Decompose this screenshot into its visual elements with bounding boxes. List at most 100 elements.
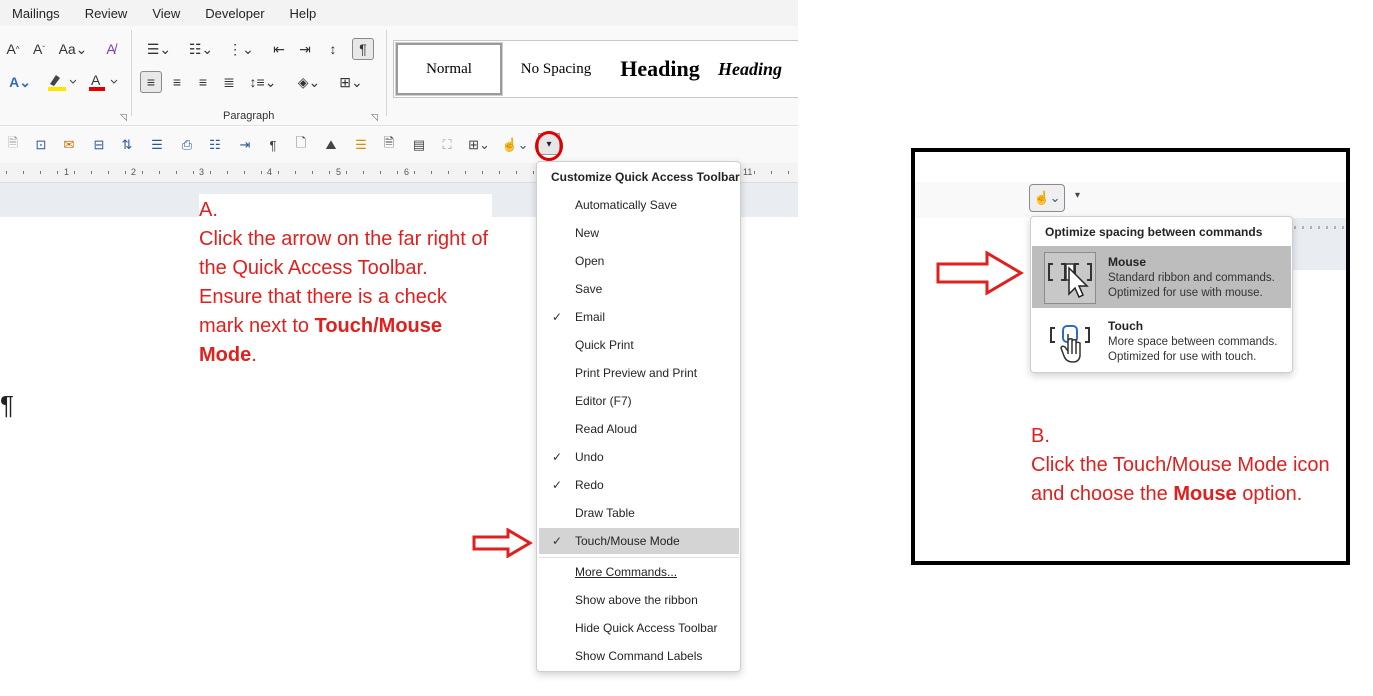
draw-table-icon[interactable]: ⊞⌄ — [464, 136, 494, 154]
align-center-icon[interactable]: ≡ — [166, 71, 188, 93]
checkmark-icon: ✓ — [551, 450, 563, 464]
text-box-icon[interactable]: ⊡ — [32, 136, 50, 154]
font-dialog-launcher-icon[interactable]: ◹ — [120, 112, 127, 123]
menu-developer[interactable]: Developer — [193, 6, 277, 21]
ruler-tick — [771, 171, 772, 174]
menu-item[interactable]: ✓ Redo — [539, 472, 739, 498]
numbering-icon[interactable]: ☷⌄ — [184, 38, 218, 60]
multilevel-list-icon[interactable]: ⋮⌄ — [224, 38, 258, 60]
customize-qat-dropdown-icon[interactable]: ▾ — [1075, 190, 1080, 201]
new-page-icon[interactable]: 🗋 — [292, 135, 310, 154]
menu-item[interactable]: Print Preview and Print — [539, 360, 739, 386]
menu-view[interactable]: View — [140, 6, 193, 21]
grow-font-icon[interactable]: A ^ — [2, 38, 24, 60]
print-icon[interactable]: ⎙ — [178, 136, 196, 154]
ruler-tick — [533, 171, 534, 174]
menu-item[interactable]: New — [539, 220, 739, 246]
style-heading-1[interactable]: Heading — [608, 43, 712, 95]
ruler-tick — [754, 171, 755, 174]
ruler-tick — [6, 171, 7, 174]
ruler-tick — [57, 171, 58, 174]
document-icon[interactable]: 🗎 — [4, 135, 22, 154]
sort-az-icon[interactable]: ⇅ — [118, 136, 136, 154]
borders-icon[interactable]: ⊞⌄ — [334, 71, 368, 93]
ruler-tick — [448, 171, 449, 174]
checkmark-icon: ✓ — [551, 534, 563, 548]
touch-option-name: Touch — [1108, 319, 1144, 333]
line-spacing-icon[interactable]: ↕≡⌄ — [246, 71, 280, 93]
menu-item-hide-qat[interactable]: Hide Quick Access Toolbar — [539, 615, 739, 641]
style-heading-2[interactable]: Heading — [718, 43, 798, 95]
show-formatting-icon[interactable]: ¶ — [352, 38, 374, 60]
menu-item-label: Show above the ribbon — [575, 593, 698, 607]
menu-item[interactable]: Editor (F7) — [539, 388, 739, 414]
menu-item[interactable]: Draw Table — [539, 500, 739, 526]
ruler-number: 1 — [64, 167, 70, 177]
ruler-tick — [380, 171, 381, 174]
sort-icon[interactable]: ↕ — [322, 38, 344, 60]
print-preview-icon[interactable]: 🗎 — [380, 135, 398, 154]
ruler-number: 6 — [404, 167, 410, 177]
align-left-icon[interactable]: ≡ — [140, 71, 162, 93]
style-normal[interactable]: Normal — [395, 42, 503, 96]
menu-mailings[interactable]: Mailings — [0, 6, 73, 21]
menu-item-show-above-ribbon[interactable]: Show above the ribbon — [539, 587, 739, 613]
line-icon[interactable]: ☰ — [352, 136, 370, 154]
ruler-tick — [499, 171, 500, 174]
menu-item[interactable]: Open — [539, 248, 739, 274]
outline-icon[interactable]: ☰ — [148, 136, 166, 154]
bullets-icon[interactable]: ☰⌄ — [142, 38, 176, 60]
decrease-indent-icon[interactable]: ⇤ — [268, 38, 290, 60]
picture-icon[interactable]: ⛰ — [322, 136, 340, 154]
increase-indent-icon[interactable]: ⇥ — [294, 38, 316, 60]
justify-icon[interactable]: ≣ — [218, 71, 240, 93]
menu-item-more-commands[interactable]: More Commands... — [539, 559, 739, 585]
ruler-tick — [414, 171, 415, 174]
touch-mouse-mode-button[interactable]: ☝⌄ — [1029, 184, 1065, 212]
ruler-tick — [397, 171, 398, 174]
menu-item[interactable]: Read Aloud — [539, 416, 739, 442]
list-icon[interactable]: ☷ — [206, 136, 224, 154]
paragraph-mark: ¶ — [0, 390, 14, 420]
ribbon: A ^ Aˇ Aa⌄ A̸ A⌄ A ☰⌄ ☷⌄ ⋮⌄ ⇤ ⇥ ↕ ¶ ≡ ≡ ≡… — [0, 26, 798, 126]
ruler-tick — [23, 171, 24, 174]
indent-icon[interactable]: ⇥ — [236, 136, 254, 154]
menu-item[interactable]: ✓ Touch/Mouse Mode — [539, 528, 739, 554]
crop-icon[interactable]: ⛶ — [438, 136, 456, 154]
highlight-color-icon[interactable] — [44, 71, 78, 93]
shrink-font-icon[interactable]: Aˇ — [28, 38, 50, 60]
menu-item-label: Quick Print — [575, 338, 634, 352]
panel-b: ☝⌄ ▾ Optimize spacing between commands M… — [911, 148, 1350, 565]
ruler-number: 11 — [743, 167, 753, 177]
clear-formatting-icon[interactable]: A̸ — [100, 38, 122, 60]
menu-item-label: Open — [575, 254, 605, 268]
text-effects-icon[interactable]: A⌄ — [4, 71, 36, 93]
shading-icon[interactable]: ◈⌄ — [292, 71, 326, 93]
email-icon[interactable]: ✉ — [60, 136, 78, 154]
menu-help[interactable]: Help — [278, 6, 330, 21]
menu-review[interactable]: Review — [73, 6, 141, 21]
menu-item[interactable]: ✓ Undo — [539, 444, 739, 470]
align-right-icon[interactable]: ≡ — [192, 71, 214, 93]
menu-item[interactable]: Quick Print — [539, 332, 739, 358]
paragraph-dialog-launcher-icon[interactable]: ◹ — [371, 112, 378, 123]
change-case-icon[interactable]: Aa⌄ — [58, 38, 88, 60]
menu-item[interactable]: Save — [539, 276, 739, 302]
menu-item[interactable]: ✓ Email — [539, 304, 739, 330]
font-color-icon[interactable]: A — [86, 71, 120, 93]
menu-item-label: Show Command Labels — [575, 649, 703, 663]
menu-item[interactable]: Automatically Save — [539, 192, 739, 218]
annotation-a-letter: A. — [199, 199, 218, 221]
b-menu-title: Optimize spacing between commands — [1045, 225, 1263, 239]
mouse-option[interactable]: Mouse Standard ribbon and commands. Opti… — [1032, 246, 1291, 308]
ruler-tick — [788, 171, 789, 174]
pilcrow-icon[interactable]: ¶ — [264, 136, 282, 154]
read-aloud-icon[interactable]: ▤ — [410, 136, 428, 154]
paragraph-group-label: Paragraph — [223, 110, 275, 122]
touch-option[interactable]: Touch More space between commands. Optim… — [1032, 310, 1291, 372]
style-no-spacing[interactable]: No Spacing — [506, 43, 606, 95]
touch-mouse-icon[interactable]: ☝⌄ — [500, 136, 530, 154]
menu-item-show-command-labels[interactable]: Show Command Labels — [539, 643, 739, 669]
ruler-tick — [295, 171, 296, 174]
page-break-icon[interactable]: ⊟ — [90, 136, 108, 154]
